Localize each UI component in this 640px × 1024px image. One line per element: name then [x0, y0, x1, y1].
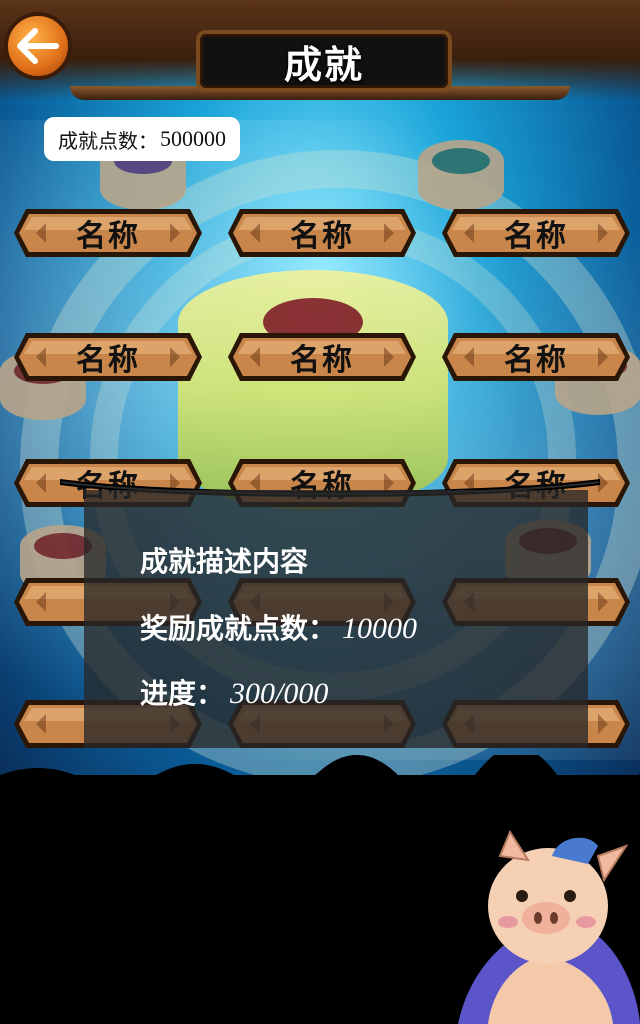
- points-value: 500000: [160, 126, 226, 151]
- achievement-button[interactable]: 名称: [440, 330, 632, 384]
- progress-label: 进度：: [140, 677, 225, 710]
- achievement-button[interactable]: 名称: [12, 330, 204, 384]
- achievement-name: 名称: [504, 219, 568, 254]
- achievement-name: 名称: [76, 219, 140, 254]
- back-button[interactable]: [4, 12, 72, 80]
- progress-value: 300/000: [230, 677, 329, 710]
- achievement-name: 名称: [504, 343, 568, 378]
- points-label: 成就点数：: [58, 128, 158, 153]
- achievements-screen: 成就 成就点数： 500000 名称名称名称名称名称名称名称名称名称 成就描述内…: [0, 0, 640, 1024]
- achievement-button[interactable]: 名称: [12, 206, 204, 260]
- reward-label: 奖励成就点数：: [140, 612, 337, 645]
- arrow-left-icon: [17, 28, 59, 64]
- achievement-button[interactable]: 名称: [226, 206, 418, 260]
- achievement-button[interactable]: 名称: [440, 206, 632, 260]
- achievement-description: 成就描述内容: [140, 545, 309, 578]
- achievement-button[interactable]: 名称: [226, 330, 418, 384]
- reward-line: 奖励成就点数： 10000: [140, 607, 417, 647]
- pot-decoration: [418, 140, 504, 210]
- reward-value: 10000: [342, 612, 418, 645]
- achievement-name: 名称: [76, 343, 140, 378]
- achievement-points: 成就点数： 500000: [44, 117, 240, 161]
- progress-line: 进度： 300/000: [140, 672, 328, 712]
- achievement-name: 名称: [290, 343, 354, 378]
- page-title: 成就: [283, 42, 364, 87]
- achievement-name: 名称: [290, 219, 354, 254]
- pig-mascot-character: [458, 829, 640, 1024]
- title-plate: 成就: [196, 30, 452, 92]
